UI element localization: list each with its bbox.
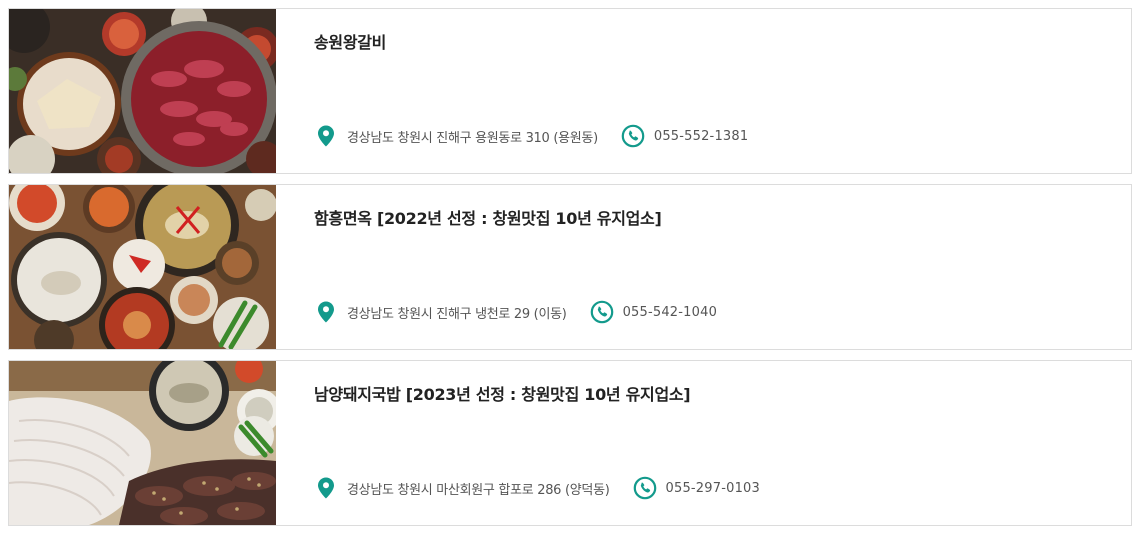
- restaurant-photo[interactable]: [9, 9, 276, 173]
- restaurant-address: 경상남도 창원시 진해구 용원동로 310 (용원동): [347, 130, 598, 146]
- map-pin-icon: [314, 300, 338, 324]
- map-pin-icon: [314, 124, 338, 148]
- restaurant-address: 경상남도 창원시 마산회원구 합포로 286 (양덕동): [347, 482, 610, 498]
- restaurant-card[interactable]: 함흥면옥 [2022년 선정 : 창원맛집 10년 유지업소] 경상남도 창원시…: [8, 184, 1132, 350]
- restaurant-name[interactable]: 남양돼지국밥 [2023년 선정 : 창원맛집 10년 유지업소]: [314, 381, 691, 405]
- restaurant-photo[interactable]: [9, 361, 276, 525]
- phone-group: 055-542-1040: [590, 300, 718, 324]
- restaurant-info: 경상남도 창원시 마산회원구 합포로 286 (양덕동) 055-297-010…: [314, 475, 760, 501]
- restaurant-name[interactable]: 함흥면옥 [2022년 선정 : 창원맛집 10년 유지업소]: [314, 205, 662, 229]
- phone-icon: [590, 300, 614, 324]
- restaurant-card[interactable]: 송원왕갈비 경상남도 창원시 진해구 용원동로 310 (용원동) 055-55…: [8, 8, 1132, 174]
- restaurant-phone[interactable]: 055-297-0103: [666, 481, 761, 496]
- restaurant-address: 경상남도 창원시 진해구 냉천로 29 (이동): [347, 306, 567, 322]
- restaurant-list: 송원왕갈비 경상남도 창원시 진해구 용원동로 310 (용원동) 055-55…: [8, 8, 1132, 536]
- restaurant-name[interactable]: 송원왕갈비: [314, 29, 386, 53]
- restaurant-info: 경상남도 창원시 진해구 용원동로 310 (용원동) 055-552-1381: [314, 123, 748, 149]
- restaurant-photo[interactable]: [9, 185, 276, 349]
- restaurant-card[interactable]: 남양돼지국밥 [2023년 선정 : 창원맛집 10년 유지업소] 경상남도 창…: [8, 360, 1132, 526]
- restaurant-phone[interactable]: 055-552-1381: [654, 129, 749, 144]
- restaurant-phone[interactable]: 055-542-1040: [623, 305, 718, 320]
- phone-icon: [621, 124, 645, 148]
- phone-group: 055-297-0103: [633, 476, 761, 500]
- restaurant-info: 경상남도 창원시 진해구 냉천로 29 (이동) 055-542-1040: [314, 299, 717, 325]
- map-pin-icon: [314, 476, 338, 500]
- phone-icon: [633, 476, 657, 500]
- phone-group: 055-552-1381: [621, 124, 749, 148]
